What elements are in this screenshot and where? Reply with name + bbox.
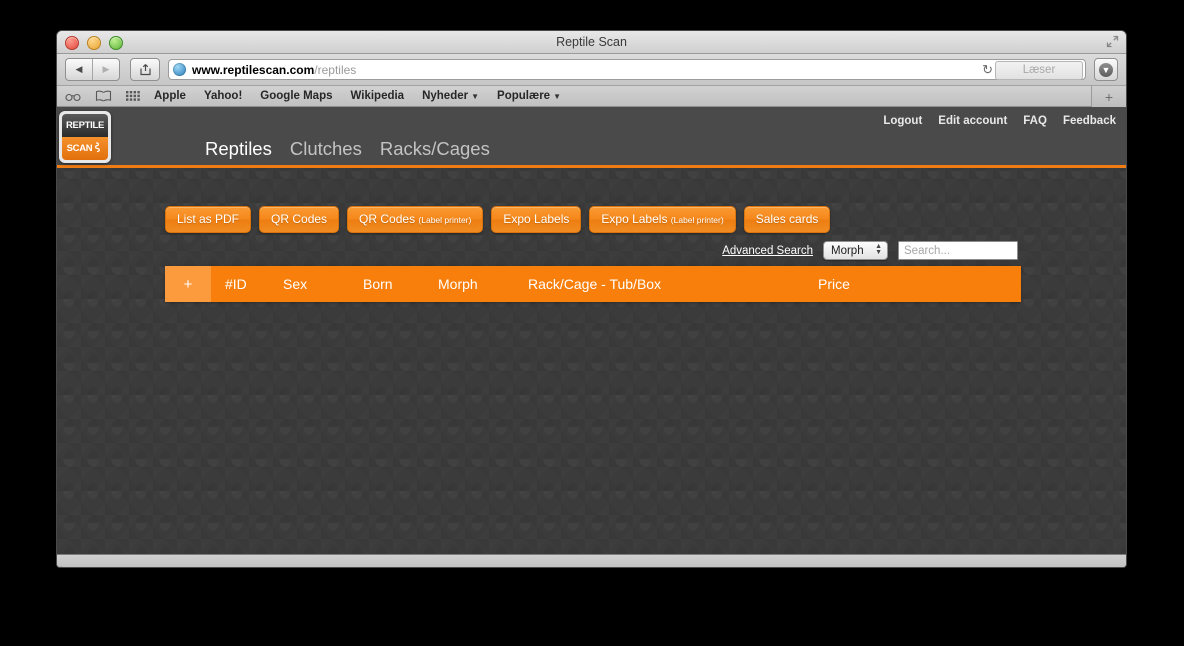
action-button-bar: List as PDF QR Codes QR Codes (Label pri… [165,206,831,233]
bookmark-apple[interactable]: Apple [154,90,186,102]
reload-icon[interactable]: ↻ [982,62,993,78]
browser-toolbar: ◀ ▶ www.reptilescan.com /reptiles ↻ Læse… [57,54,1126,86]
reptiles-table-header: + #ID Sex Born Morph Rack/Cage - Tub/Box… [165,266,1021,302]
feedback-link[interactable]: Feedback [1063,115,1116,127]
site-logo[interactable]: REPTILE SCAN [59,111,111,163]
page-viewport: REPTILE SCAN Reptiles Clutches Racks/Cag… [57,107,1126,554]
site-globe-icon [173,63,186,76]
qr-codes-button[interactable]: QR Codes [259,206,340,233]
sales-cards-button[interactable]: Sales cards [743,206,831,233]
qr-codes-label-printer-button[interactable]: QR Codes (Label printer) [347,206,484,233]
url-path: /reptiles [314,62,357,77]
address-bar[interactable]: www.reptilescan.com /reptiles ↻ Læser [168,59,1086,80]
nav-clutches[interactable]: Clutches [290,136,362,162]
reader-button[interactable]: Læser [995,61,1083,80]
bookmark-google-maps[interactable]: Google Maps [260,90,332,102]
nav-racks-cages[interactable]: Racks/Cages [380,136,490,162]
logo-top-text: REPTILE [62,114,108,137]
nav-reptiles[interactable]: Reptiles [205,136,272,162]
search-row: Advanced Search Morph ▲ ▼ [722,241,1018,260]
bookmarks-bar: Apple Yahoo! Google Maps Wikipedia Nyhed… [57,86,1126,107]
faq-link[interactable]: FAQ [1023,115,1047,127]
logout-link[interactable]: Logout [883,115,922,127]
advanced-search-link[interactable]: Advanced Search [722,245,813,257]
edit-account-link[interactable]: Edit account [938,115,1007,127]
chevron-down-icon: ▼ [471,92,480,101]
window-titlebar: Reptile Scan [57,31,1126,54]
logo-bottom: SCAN [62,137,108,160]
window-statusbar [57,554,1126,567]
main-navigation: Reptiles Clutches Racks/Cages [205,136,490,162]
column-header-born[interactable]: Born [363,276,438,292]
resize-grip-icon[interactable] [60,559,68,567]
site-header: REPTILE SCAN Reptiles Clutches Racks/Cag… [57,107,1126,168]
snake-icon [94,142,103,155]
zoom-window-button[interactable] [109,36,123,50]
top-sites-icon[interactable] [126,90,140,102]
downloads-icon[interactable]: ▼ [1094,58,1118,81]
bookmark-nyheder[interactable]: Nyheder ▼ [422,90,479,102]
bookmarks-icon[interactable] [95,90,112,102]
search-field-select[interactable]: Morph ▲ ▼ [823,241,888,260]
new-tab-button[interactable]: + [1091,86,1126,107]
search-field-selected: Morph [831,244,864,257]
bookmark-populaere[interactable]: Populære ▼ [497,90,561,102]
column-header-id[interactable]: #ID [211,276,283,292]
column-header-rack-cage[interactable]: Rack/Cage - Tub/Box [528,276,818,292]
navigation-buttons: ◀ ▶ [65,58,120,81]
url-domain: www.reptilescan.com [192,62,315,77]
page-background-pattern [57,107,1126,554]
list-as-pdf-button[interactable]: List as PDF [165,206,252,233]
expo-labels-button[interactable]: Expo Labels [491,206,582,233]
share-icon[interactable] [130,58,160,81]
window-controls [65,36,123,50]
stepper-arrows-icon: ▲ ▼ [875,243,882,256]
search-input[interactable] [898,241,1018,260]
close-window-button[interactable] [65,36,79,50]
reading-list-icon[interactable] [65,91,81,102]
expo-labels-label-printer-button[interactable]: Expo Labels (Label printer) [589,206,736,233]
forward-button[interactable]: ▶ [93,59,119,80]
browser-window: Reptile Scan ◀ ▶ www.reptilescan.com /re… [56,30,1127,568]
utility-navigation: Logout Edit account FAQ Feedback [883,115,1116,127]
column-header-sex[interactable]: Sex [283,276,363,292]
bookmark-yahoo[interactable]: Yahoo! [204,90,242,102]
add-reptile-button[interactable]: + [165,266,211,302]
minimize-window-button[interactable] [87,36,101,50]
fullscreen-icon[interactable] [1106,35,1119,48]
window-title: Reptile Scan [556,35,627,49]
column-header-price[interactable]: Price [818,276,918,292]
back-button[interactable]: ◀ [66,59,93,80]
logo-bottom-text: SCAN [66,143,93,154]
column-header-morph[interactable]: Morph [438,276,528,292]
bookmark-wikipedia[interactable]: Wikipedia [351,90,405,102]
chevron-down-icon: ▼ [553,92,561,101]
